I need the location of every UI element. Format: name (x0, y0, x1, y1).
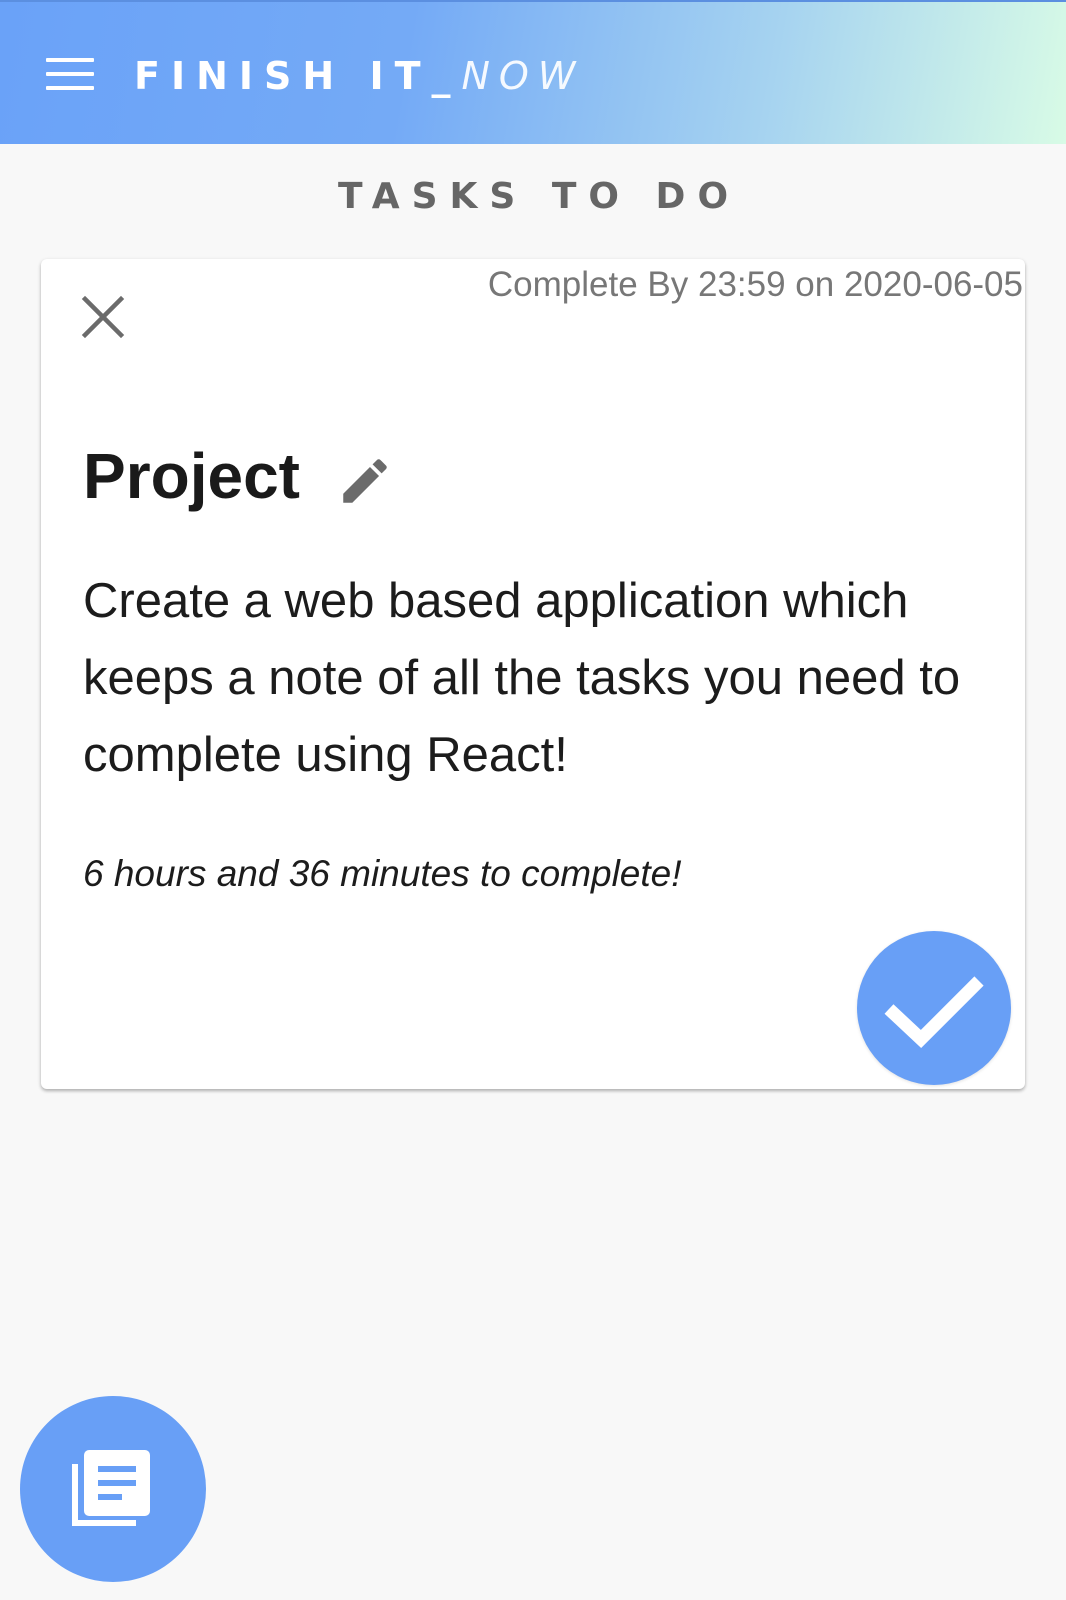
section-heading: TASKS TO DO (337, 176, 741, 217)
time-remaining: 6 hours and 36 minutes to complete! (83, 853, 682, 894)
notes-list-icon (72, 1450, 150, 1526)
task-title: Project (83, 440, 300, 512)
app-bar: FINISH IT_NOW (0, 0, 1066, 144)
pencil-icon (343, 459, 387, 503)
complete-task-button[interactable] (857, 931, 1011, 1085)
task-title-row: Project (83, 441, 394, 511)
app-title-primary: FINISH IT_ (134, 54, 462, 98)
task-list-fab[interactable] (20, 1396, 206, 1582)
task-description: Create a web based application which kee… (83, 574, 961, 782)
app-title: FINISH IT_NOW (134, 51, 584, 101)
edit-task-button[interactable] (336, 452, 394, 510)
task-card: Complete By 23:59 on 2020-06-05 Project … (41, 259, 1025, 1089)
task-deadline: Complete By 23:59 on 2020-06-05 (487, 265, 1023, 304)
hamburger-menu-icon[interactable] (46, 56, 96, 92)
close-icon (81, 295, 125, 339)
delete-task-button[interactable] (79, 293, 127, 341)
checkmark-icon (884, 976, 984, 1049)
app-title-secondary: NOW (461, 54, 585, 98)
